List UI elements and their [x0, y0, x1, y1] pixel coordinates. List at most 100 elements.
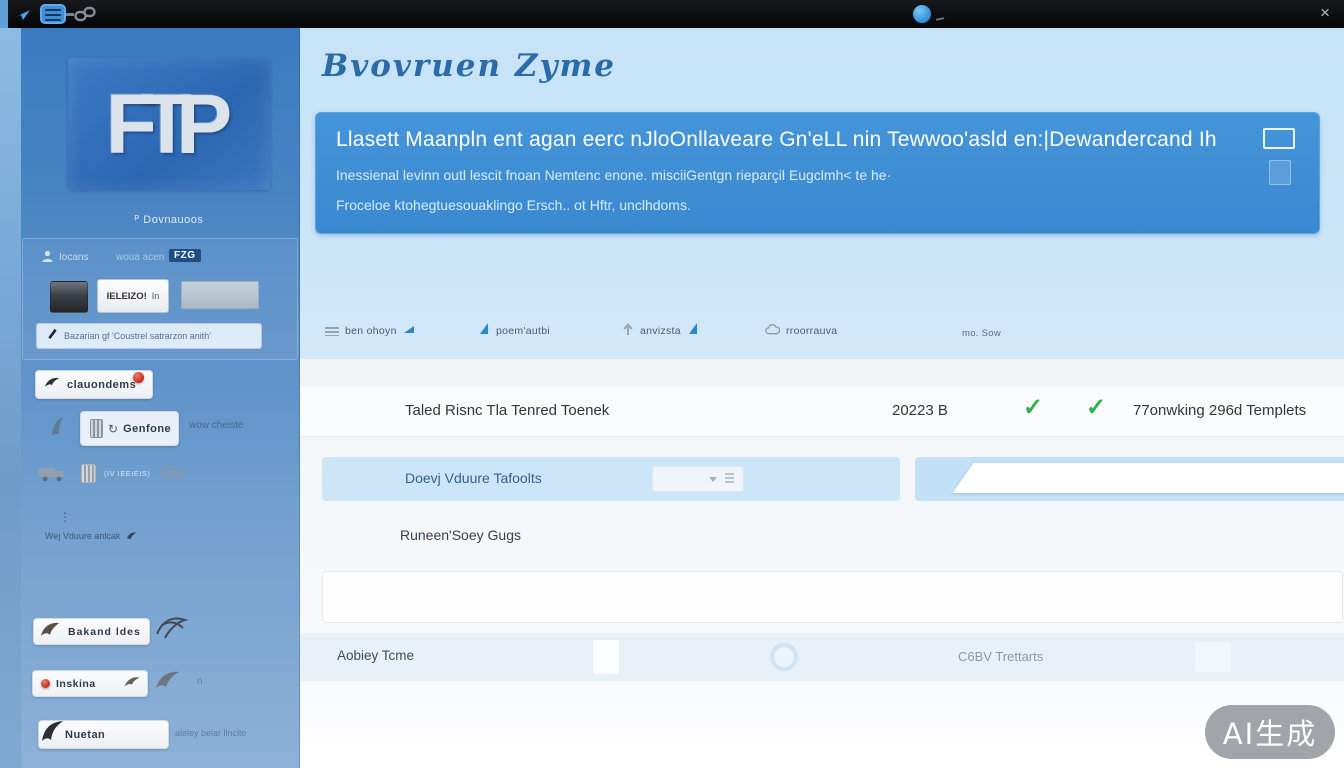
nav-item-anvizsta[interactable]: anvizsta [622, 320, 699, 342]
clauondems-label: clauondems [67, 379, 136, 391]
truck-icon[interactable] [38, 462, 68, 489]
progress-ribbon [952, 463, 1344, 493]
user-presence-dot[interactable] [913, 5, 931, 23]
check-icon: ✓ [1086, 393, 1106, 422]
content-panel: Taled Risnc Tla Tenred Toenek 20223 B ✓ … [300, 358, 1344, 768]
bird-icon [37, 715, 67, 750]
loading-ring-icon [770, 643, 798, 671]
ieleizo-button[interactable]: IELEIZO! In [97, 279, 169, 313]
titlebar: × [0, 0, 1344, 28]
sidebar-search-text: Bazarian gf 'Coustrel satrarzon anith' [64, 331, 211, 341]
nav-item-mo-sow[interactable]: mo. Sow [962, 322, 1001, 344]
check-icon: ✓ [1023, 393, 1043, 422]
main-content: Bvovruen Zyme Llasett Maanpln ent agan e… [300, 28, 1344, 768]
list-lines-icon [325, 327, 339, 336]
nuetan-label: Nuetan [65, 729, 105, 741]
user-status-mark [936, 17, 944, 21]
scribble-bird-icon [153, 610, 189, 647]
blue-sail-icon [687, 322, 699, 340]
cell-placeholder [1195, 642, 1231, 672]
blue-flag-icon [403, 322, 415, 340]
arrow-up-icon [622, 322, 634, 341]
banner-line-2: Froceloe ktohegtuesouaklingo Ersch.. ot … [336, 190, 1297, 220]
nav-item-rroorrauva[interactable]: rroorrauva [765, 320, 837, 342]
notification-dot [133, 372, 144, 383]
logo-caption: ᴾ Dovnauoos [68, 214, 270, 226]
person-icon [41, 250, 54, 263]
nuetan-button[interactable]: Nuetan [38, 720, 169, 749]
refresh-arrow-icon: ↻ [108, 422, 118, 436]
copy-icon[interactable] [1263, 128, 1295, 149]
wej-label: Wej Vduure anlcak [45, 531, 120, 541]
app-window: × FTP ᴾ Dovnauoos Iocans woua acen FZG I… [0, 0, 1344, 768]
inskina-label: Inskina [56, 678, 96, 690]
bird-icon [42, 374, 62, 395]
bakand-label: Bakand ldes [68, 626, 141, 638]
nav-item-ben-ohoyn[interactable]: ben ohoyn [325, 320, 415, 342]
row-label: Taled Risnc Tla Tenred Toenek [405, 402, 609, 419]
row-label-runeen[interactable]: Runeen'Soey Gugs [400, 527, 521, 543]
bottom-area [300, 681, 1344, 768]
row-label: Aobiey Tcme [337, 648, 414, 663]
grid-icon [725, 473, 734, 485]
selected-row-doevj[interactable]: Doevj Vduure Tafoolts [322, 457, 900, 501]
nuetan-hint: aleley belar lincite [175, 728, 247, 738]
nav-bar: ben ohoyn poem'autbi anvizsta [300, 310, 1344, 352]
bird-icon [122, 673, 142, 695]
table-row-taled[interactable]: Taled Risnc Tla Tenred Toenek 20223 B ✓ … [300, 387, 1344, 437]
account-thumbnail[interactable] [50, 281, 88, 313]
table-row-aobiey[interactable]: Aobiey Tcme C6BV Trettarts [300, 633, 1344, 681]
row-label: Doevj Vduure Tafoolts [405, 470, 542, 486]
info-banner: Llasett Maanpln ent agan eerc nJloOnllav… [315, 112, 1320, 234]
save-icon[interactable] [1269, 160, 1291, 185]
genfone-button[interactable]: ↻ Genfone [80, 411, 179, 446]
sidebar-search-input[interactable]: Bazarian gf 'Coustrel satrarzon anith' [36, 323, 262, 349]
ieleizo-button-label: IELEIZO! [107, 291, 147, 302]
connector-line [66, 13, 74, 16]
blue-sail-icon [478, 322, 490, 340]
progress-strip [915, 457, 1344, 501]
nav-label: rroorrauva [786, 325, 837, 337]
inskina-button[interactable]: Inskina [32, 670, 148, 697]
record-dot [41, 679, 50, 688]
nav-label: anvizsta [640, 325, 681, 337]
bird-icon [38, 619, 62, 644]
banner-line-1: Inessienal levinn outl lescit fnoan Nemt… [336, 160, 1297, 190]
account-panel: Iocans woua acen FZG IELEIZO! In Bazaria… [22, 238, 298, 360]
fzg-badge: FZG [169, 249, 201, 262]
cloud-icon [765, 322, 780, 340]
bird-icon [152, 666, 182, 697]
ai-generated-watermark: AI生成 [1205, 705, 1335, 759]
vertical-dots-icon: ⋮ [59, 510, 71, 524]
send-arrow-icon[interactable] [14, 6, 32, 22]
sidebar: FTP ᴾ Dovnauoos Iocans woua acen FZG IEL… [21, 28, 300, 768]
gears-icon[interactable] [159, 462, 187, 488]
genfone-label: Genfone [123, 423, 171, 435]
mini-label: (IV IEEIEIS) [104, 469, 150, 478]
close-icon[interactable]: × [1320, 3, 1330, 23]
striped-box-icon [90, 419, 103, 438]
bakand-button[interactable]: Bakand ldes [33, 618, 150, 645]
ieleizo-button-suffix: In [152, 291, 160, 301]
empty-input-box[interactable] [322, 571, 1343, 623]
inskina-hint: n [197, 676, 203, 687]
banner-title: Llasett Maanpln ent agan eerc nJloOnllav… [336, 128, 1297, 152]
woua-label: woua acen [116, 252, 164, 263]
account-gray-button[interactable] [181, 281, 259, 309]
ftp-logo: FTP [68, 58, 270, 190]
leaf-icon [126, 527, 137, 545]
server-list-icon[interactable] [40, 4, 66, 24]
row-dropdown-control[interactable] [652, 466, 744, 492]
sidebar-edge-strip [0, 28, 21, 768]
chevron-down-icon [709, 477, 717, 482]
wej-item[interactable]: Wej Vduure anlcak [45, 527, 137, 545]
bird-ghost-icon [48, 414, 66, 445]
row-right-label: C6BV Trettarts [958, 649, 1043, 664]
pen-icon [46, 327, 57, 345]
nav-item-poemautbi[interactable]: poem'autbi [478, 320, 550, 342]
link-chain-icon[interactable] [74, 6, 96, 22]
genfone-hint: wow cheiste [189, 420, 243, 431]
locans-label: Iocans [59, 252, 88, 263]
crate-icon[interactable] [79, 462, 99, 490]
nav-label: mo. Sow [962, 328, 1001, 339]
